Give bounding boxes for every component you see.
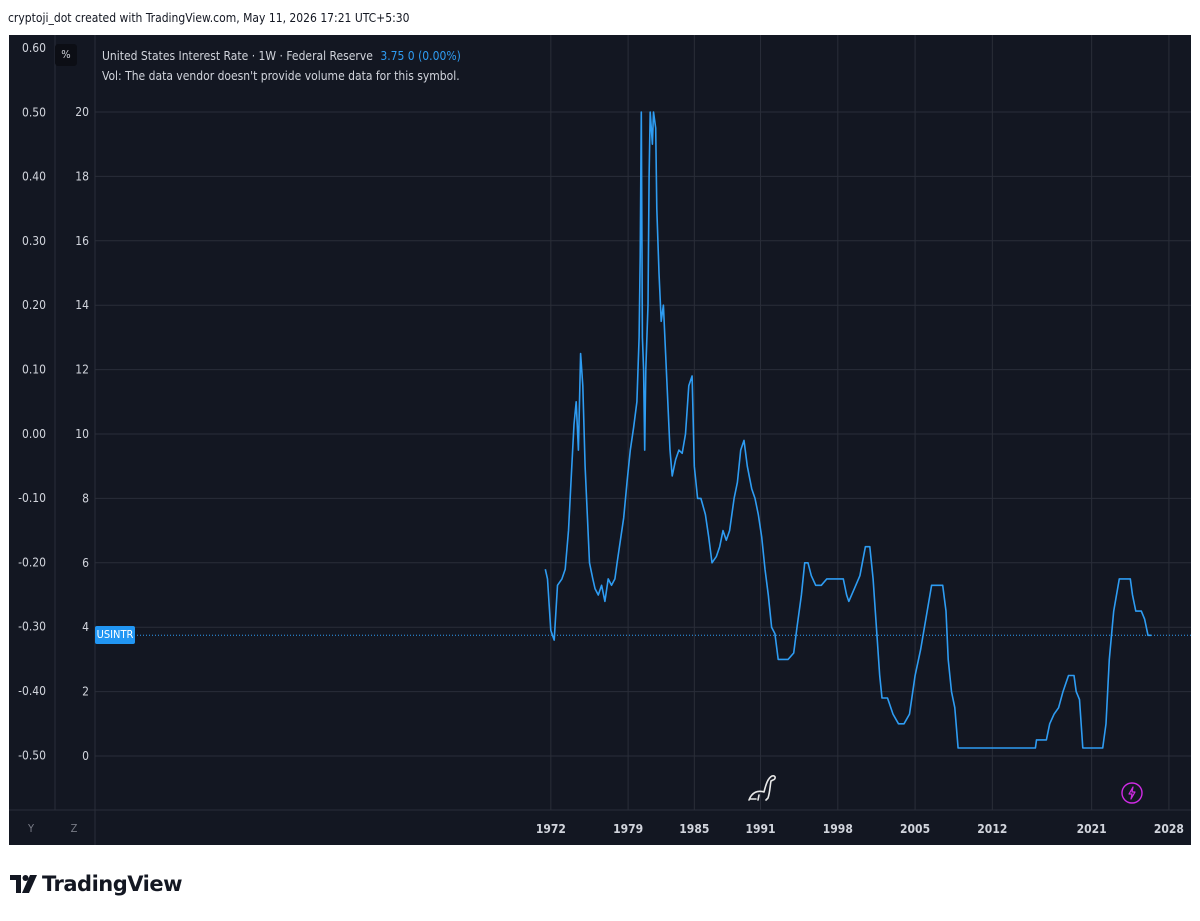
left-price-axis: 0.60 0.50 0.40 0.30 0.20 0.10 0.00 -0.10 -0.20 -0… bbox=[18, 41, 46, 762]
tradingview-brand: TradingView bbox=[10, 870, 182, 898]
time-tick-label: 2012 bbox=[977, 822, 1007, 836]
time-tick-label: 1985 bbox=[679, 822, 709, 836]
legend-value: 3.75 0 (0.00%) bbox=[380, 49, 461, 63]
value-tick-label: 4 bbox=[82, 620, 89, 634]
series-line-usintr bbox=[544, 111, 1152, 749]
left-tick-label: 0.40 bbox=[22, 170, 46, 184]
time-tick-label: 1972 bbox=[536, 822, 566, 836]
y-axis-toggle[interactable]: Y bbox=[22, 820, 40, 838]
value-tick-label: 18 bbox=[75, 169, 89, 183]
chart-caption: cryptoji_dot created with TradingView.co… bbox=[8, 11, 410, 25]
legend-symbol: United States Interest Rate · 1W · Feder… bbox=[102, 49, 373, 63]
time-tick-label: 1979 bbox=[613, 822, 643, 836]
legend-volume: Vol: The data vendor doesn't provide vol… bbox=[102, 69, 460, 83]
brand-name: TradingView bbox=[42, 872, 182, 896]
value-tick-label: 14 bbox=[75, 298, 89, 312]
value-tick-label: 0 bbox=[82, 749, 89, 763]
left-tick-label: -0.10 bbox=[18, 491, 46, 505]
chart-legend: United States Interest Rate · 1W · Feder… bbox=[102, 46, 461, 86]
left-tick-label: 0.60 bbox=[22, 41, 46, 55]
symbol-badge[interactable]: USINTR bbox=[95, 626, 135, 644]
grid-lines bbox=[9, 35, 1191, 845]
value-tick-label: 16 bbox=[75, 234, 89, 248]
time-axis: 1972 1979 1985 1991 1998 2005 2012 2021 2028 bbox=[536, 822, 1184, 836]
left-tick-label: 0.30 bbox=[22, 234, 46, 248]
time-tick-label: 2028 bbox=[1154, 822, 1184, 836]
tradingview-logo-icon bbox=[10, 875, 37, 893]
left-tick-label: -0.40 bbox=[18, 684, 46, 698]
left-tick-label: 0.00 bbox=[22, 427, 46, 441]
time-tick-label: 2021 bbox=[1077, 822, 1107, 836]
value-tick-label: 6 bbox=[82, 556, 89, 570]
time-tick-label: 2005 bbox=[900, 822, 930, 836]
value-axis: 0 2 4 6 8 10 12 14 16 18 20 bbox=[75, 105, 89, 763]
value-tick-label: 20 bbox=[75, 105, 89, 119]
chart-panel[interactable]: 0.60 0.50 0.40 0.30 0.20 0.10 0.00 -0.10 -0.20 -0… bbox=[9, 35, 1191, 845]
value-tick-label: 12 bbox=[75, 363, 89, 377]
left-tick-label: 0.20 bbox=[22, 298, 46, 312]
lightning-icon bbox=[1121, 782, 1143, 804]
left-tick-label: -0.50 bbox=[18, 748, 46, 762]
left-tick-label: -0.20 bbox=[18, 555, 46, 569]
percent-scale-button[interactable]: % bbox=[55, 44, 77, 66]
value-tick-label: 2 bbox=[82, 685, 89, 699]
z-axis-toggle[interactable]: Z bbox=[65, 820, 83, 838]
left-tick-label: 0.10 bbox=[22, 363, 46, 377]
price-chart[interactable]: 0.60 0.50 0.40 0.30 0.20 0.10 0.00 -0.10 -0.20 -0… bbox=[9, 35, 1191, 845]
left-tick-label: 0.50 bbox=[22, 105, 46, 119]
value-tick-label: 8 bbox=[82, 491, 89, 505]
legend-symbol-row[interactable]: United States Interest Rate · 1W · Feder… bbox=[102, 46, 461, 66]
value-tick-label: 10 bbox=[75, 427, 89, 441]
tradingview-mascot-icon bbox=[748, 775, 776, 801]
time-tick-label: 1998 bbox=[823, 822, 853, 836]
left-tick-label: -0.30 bbox=[18, 620, 46, 634]
time-tick-label: 1991 bbox=[746, 822, 776, 836]
